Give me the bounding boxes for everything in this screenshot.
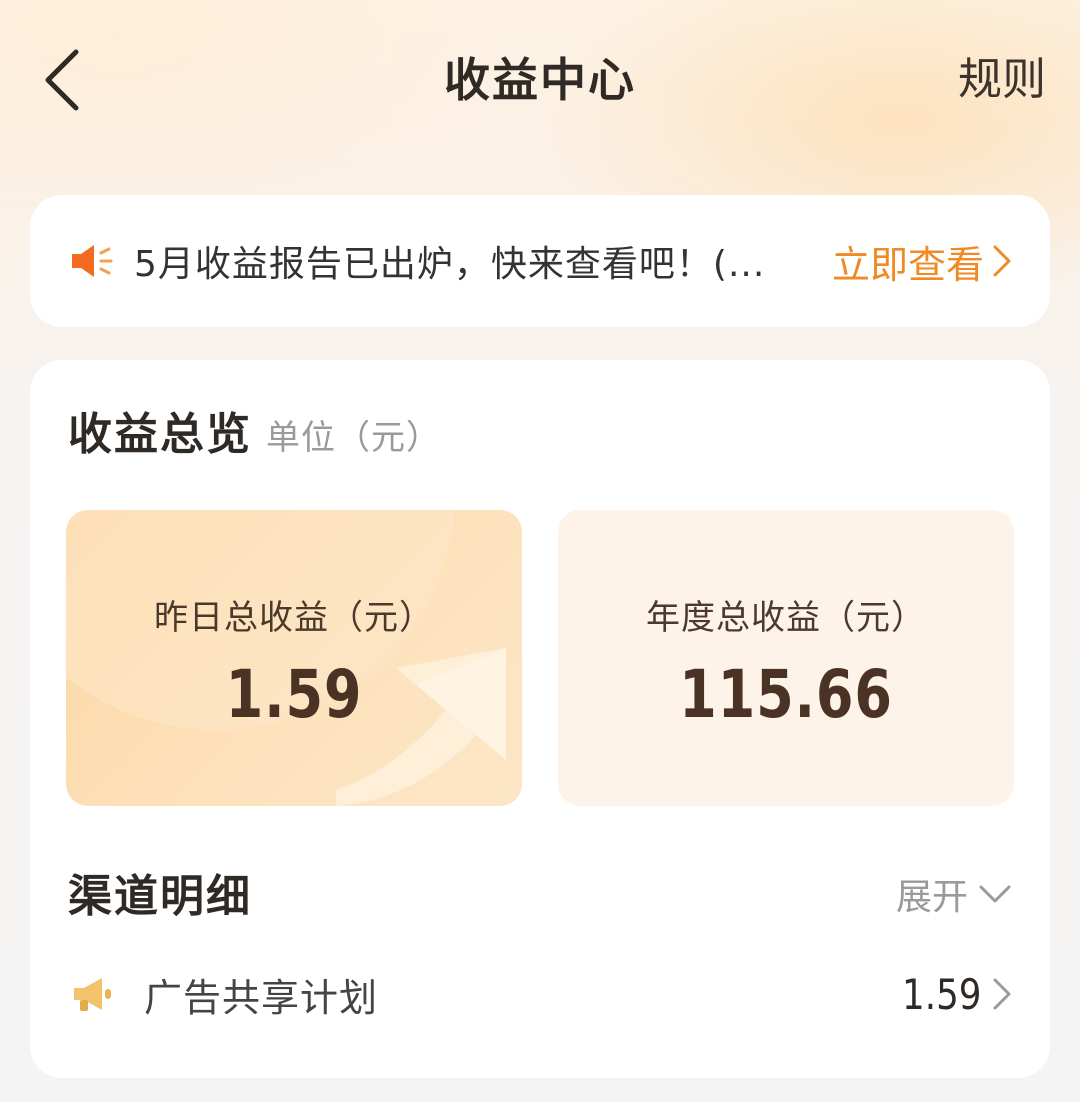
yesterday-earnings-box[interactable]: 昨日总收益（元） 1.59: [66, 510, 522, 806]
expand-label: 展开: [895, 877, 968, 918]
view-now-button[interactable]: 立即查看: [832, 234, 1012, 289]
channel-name: 广告共享计划: [144, 975, 379, 1020]
channel-details-title: 渠道明细: [68, 871, 252, 922]
yearly-earnings-label: 年度总收益（元）: [646, 598, 926, 638]
earnings-card: 收益总览 单位（元） 昨日总收益（元） 1.59 年度总收益（元） 115.66…: [30, 360, 1050, 1078]
yearly-earnings-box[interactable]: 年度总收益（元） 115.66: [558, 510, 1014, 806]
megaphone-icon: [74, 978, 111, 1011]
yesterday-earnings-label: 昨日总收益（元）: [154, 598, 434, 638]
overview-title: 收益总览: [68, 409, 252, 460]
yesterday-earnings-value: 1.59: [225, 656, 363, 733]
channel-row-ad-sharing[interactable]: 广告共享计划 1.59: [68, 956, 1012, 1032]
notice-banner[interactable]: 5月收益报告已出炉，快来查看吧！(... 立即查看: [30, 195, 1050, 327]
overview-unit: 单位（元）: [266, 418, 441, 458]
overview-heading: 收益总览 单位（元）: [68, 398, 441, 462]
chevron-right-icon: [993, 978, 1011, 1010]
chevron-right-icon: [993, 245, 1011, 277]
rules-link[interactable]: 规则: [958, 44, 1046, 116]
app-header: 收益中心 规则: [0, 0, 1080, 160]
view-now-label: 立即查看: [831, 242, 984, 287]
notice-text: 5月收益报告已出炉，快来查看吧！(...: [134, 244, 766, 285]
yearly-earnings-value: 115.66: [679, 656, 893, 733]
channel-value: 1.59: [902, 969, 982, 1019]
expand-button[interactable]: 展开: [896, 868, 1012, 920]
page-title: 收益中心: [444, 53, 636, 107]
speaker-icon: [72, 245, 113, 277]
chevron-down-icon: [979, 885, 1011, 903]
